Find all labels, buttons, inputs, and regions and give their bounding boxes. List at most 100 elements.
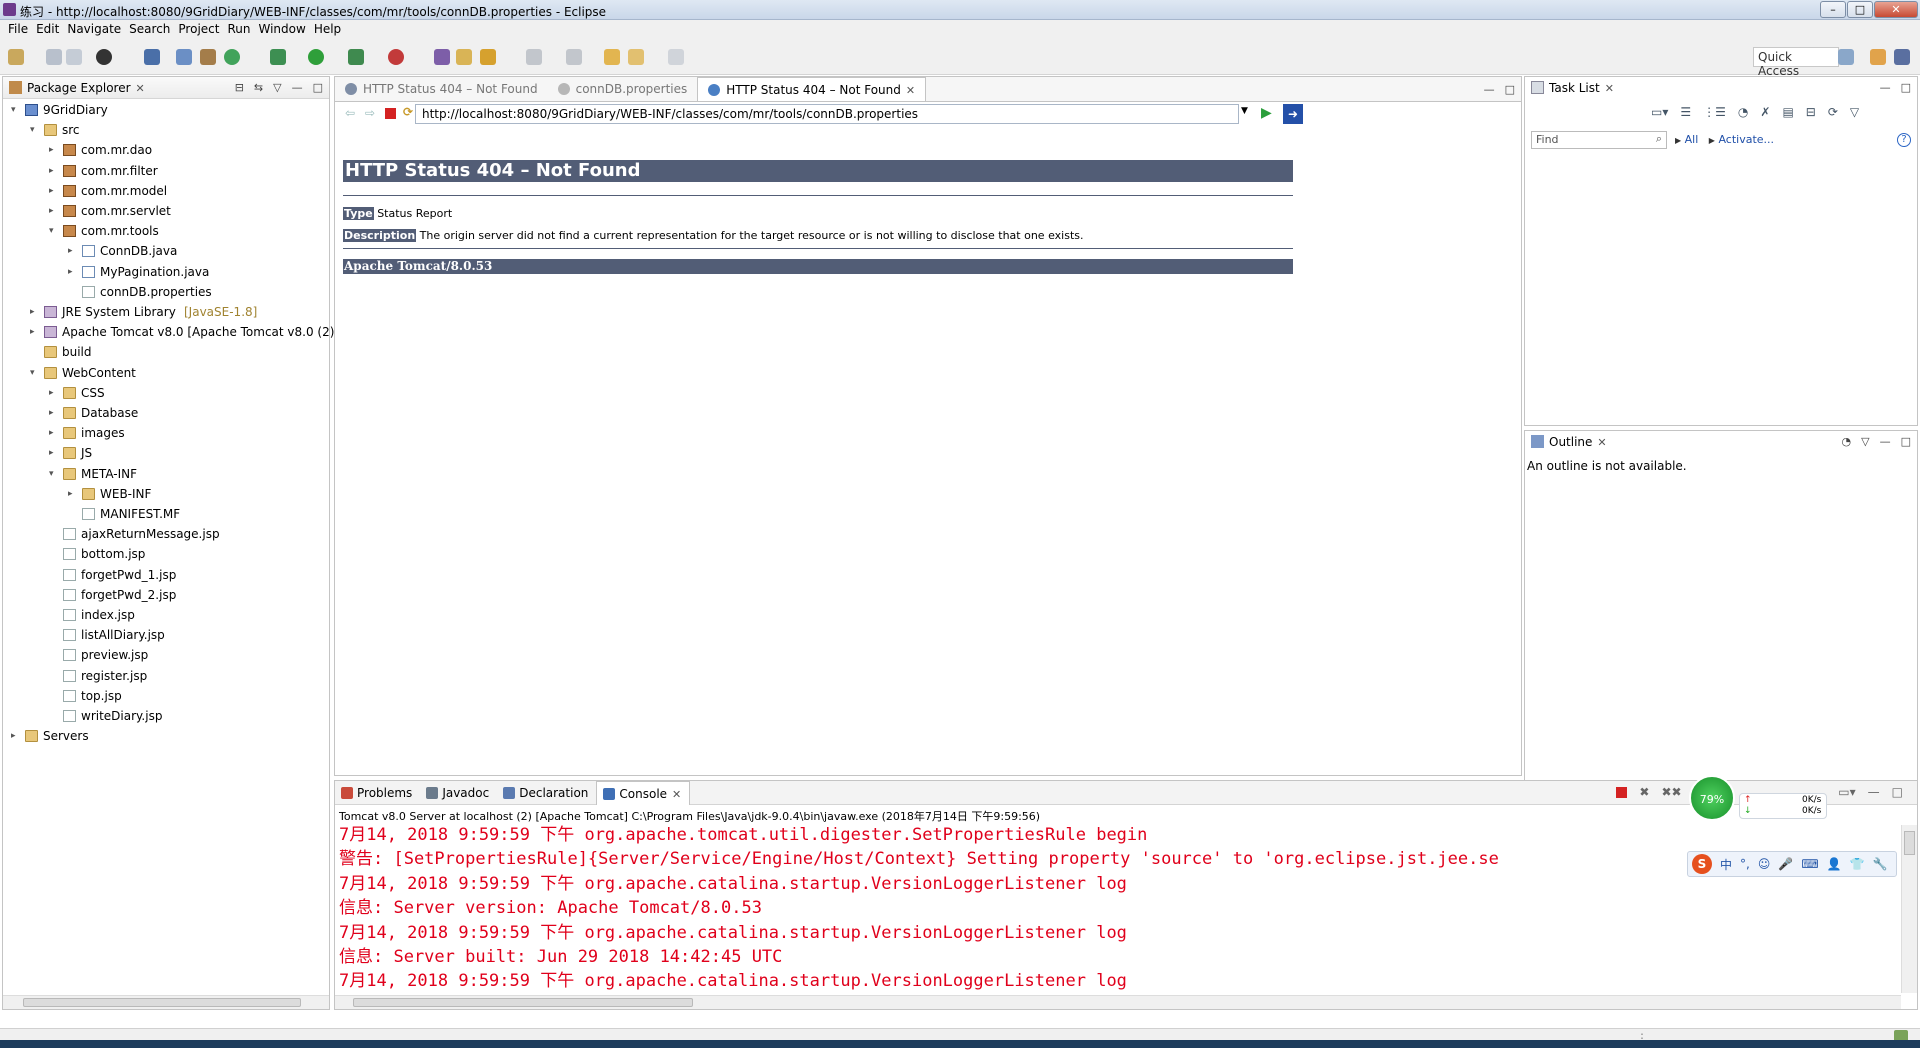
menu-navigate[interactable]: Navigate	[65, 20, 127, 39]
maximize-view-icon[interactable]: □	[1892, 785, 1903, 799]
new-task-icon[interactable]: ▭▾	[1651, 105, 1668, 119]
sogou-logo-icon[interactable]: S	[1692, 854, 1712, 874]
ime-emoji-icon[interactable]: ☺	[1758, 857, 1771, 871]
collapsed-chevron-icon[interactable]: ▸	[49, 444, 59, 462]
task-find-input[interactable]: Find ⌕	[1531, 131, 1667, 149]
minimize-view-icon[interactable]: —	[292, 81, 303, 94]
refresh-icon[interactable]	[224, 49, 240, 65]
last-edit-icon[interactable]	[604, 49, 620, 65]
maximize-view-icon[interactable]: □	[1901, 81, 1911, 94]
ime-mode-icon[interactable]: 中	[1720, 856, 1732, 873]
ime-punctuation-icon[interactable]: °,	[1740, 857, 1750, 871]
minimize-editor-icon[interactable]: —	[1484, 83, 1495, 96]
task-filter-all-link[interactable]: All	[1685, 133, 1699, 146]
minimize-view-icon[interactable]: —	[1880, 81, 1891, 94]
expanded-chevron-icon[interactable]: ▾	[49, 222, 59, 240]
browser-back-icon[interactable]: ⇦	[345, 106, 355, 120]
skip-breakpoints-icon[interactable]	[176, 49, 192, 65]
new-icon[interactable]	[8, 49, 24, 65]
ime-voice-icon[interactable]: 🎤	[1778, 857, 1793, 871]
maximize-editor-icon[interactable]: □	[1505, 83, 1515, 96]
view-menu-icon[interactable]: ▽	[273, 81, 281, 94]
collapsed-chevron-icon[interactable]: ▸	[49, 424, 59, 442]
java-perspective-icon[interactable]	[1894, 49, 1910, 65]
filter-icon[interactable]: ▤	[1782, 105, 1793, 119]
menu-search[interactable]: Search	[127, 20, 176, 39]
link-editor-icon[interactable]: ⇆	[254, 81, 263, 94]
ime-skin-icon[interactable]: 👕	[1850, 857, 1865, 871]
collapsed-chevron-icon[interactable]: ▸	[49, 141, 59, 159]
run-icon[interactable]	[308, 49, 324, 65]
close-icon[interactable]: ✕	[136, 82, 145, 95]
collapsed-chevron-icon[interactable]: ▸	[68, 485, 78, 503]
maximize-view-icon[interactable]: □	[1901, 435, 1911, 448]
menu-edit[interactable]: Edit	[34, 20, 65, 39]
collapsed-chevron-icon[interactable]: ▸	[30, 303, 40, 321]
external-tools-icon[interactable]	[388, 49, 404, 65]
help-icon[interactable]: ?	[1897, 133, 1911, 147]
open-external-browser-icon[interactable]: ➜	[1283, 104, 1303, 124]
close-button[interactable]: ✕	[1874, 1, 1918, 18]
collapsed-chevron-icon[interactable]: ▸	[68, 242, 78, 260]
activate-task-link[interactable]: Activate...	[1718, 133, 1774, 146]
browser-forward-icon[interactable]: ⇨	[365, 106, 375, 120]
minimize-button[interactable]: –	[1820, 1, 1846, 18]
server-icon[interactable]	[96, 49, 112, 65]
browser-url-input[interactable]: http://localhost:8080/9GridDiary/WEB-INF…	[415, 104, 1239, 124]
bottom-view-tab[interactable]: Javadoc	[420, 781, 497, 805]
minimize-view-icon[interactable]: —	[1868, 785, 1880, 799]
next-annotation-icon[interactable]	[526, 49, 542, 65]
close-icon[interactable]: ✕	[1597, 436, 1606, 449]
editor-tab[interactable]: connDB.properties	[548, 77, 698, 101]
editor-tab[interactable]: HTTP Status 404 – Not Found ✕	[697, 77, 927, 101]
remove-all-icon[interactable]: ✖✖	[1661, 785, 1681, 799]
close-icon[interactable]: ✕	[672, 788, 681, 801]
collapse-all-icon[interactable]: ⊟	[235, 81, 244, 94]
editor-tab[interactable]: HTTP Status 404 – Not Found	[335, 77, 548, 101]
collapsed-chevron-icon[interactable]: ▸	[11, 727, 21, 745]
ime-user-icon[interactable]: 👤	[1827, 857, 1842, 871]
collapsed-chevron-icon[interactable]: ▸	[30, 323, 40, 341]
expanded-chevron-icon[interactable]: ▾	[30, 121, 40, 139]
menu-help[interactable]: Help	[312, 20, 347, 39]
expanded-chevron-icon[interactable]: ▾	[49, 465, 59, 483]
terminate-icon[interactable]	[1616, 786, 1628, 798]
collapse-icon[interactable]: ⊟	[1806, 105, 1816, 119]
quick-access-input[interactable]: Quick Access	[1753, 47, 1839, 78]
bottom-view-tab[interactable]: Problems	[335, 781, 420, 805]
terminal-icon[interactable]	[144, 49, 160, 65]
menu-run[interactable]: Run	[225, 20, 256, 39]
open-folder-icon[interactable]	[456, 49, 472, 65]
console-vertical-scrollbar[interactable]	[1901, 825, 1917, 993]
collapsed-chevron-icon[interactable]: ▸	[49, 162, 59, 180]
previous-annotation-icon[interactable]	[566, 49, 582, 65]
browser-go-icon[interactable]: ▶	[1261, 105, 1272, 121]
focus-icon[interactable]: ◔	[1738, 105, 1748, 119]
menu-window[interactable]: Window	[256, 20, 311, 39]
open-type-icon[interactable]	[434, 49, 450, 65]
collapsed-chevron-icon[interactable]: ▸	[49, 384, 59, 402]
open-perspective-icon[interactable]	[1838, 49, 1854, 65]
debug-icon[interactable]	[270, 49, 286, 65]
maximize-button[interactable]: □	[1847, 1, 1873, 18]
collapsed-chevron-icon[interactable]: ▸	[49, 202, 59, 220]
url-dropdown-icon[interactable]: ▼	[1241, 106, 1248, 116]
categorized-icon[interactable]: ☰	[1680, 105, 1691, 119]
hide-completed-icon[interactable]: ✗	[1760, 105, 1770, 119]
browser-stop-icon[interactable]	[385, 108, 396, 119]
view-menu-icon[interactable]: ▽	[1861, 435, 1869, 448]
outline-focus-icon[interactable]: ◔	[1842, 435, 1852, 448]
java-ee-perspective-icon[interactable]	[1870, 49, 1886, 65]
browser-refresh-icon[interactable]: ⟳	[403, 105, 413, 119]
ime-keyboard-icon[interactable]: ⌨	[1801, 857, 1818, 871]
collapsed-chevron-icon[interactable]: ▸	[68, 263, 78, 281]
remove-launch-icon[interactable]: ✖	[1639, 785, 1649, 799]
back-icon[interactable]	[628, 49, 644, 65]
network-monitor-badge[interactable]: 79%	[1689, 775, 1735, 821]
maximize-view-icon[interactable]: □	[313, 81, 323, 94]
collapsed-chevron-icon[interactable]: ▸	[49, 182, 59, 200]
scheduled-icon[interactable]: ⋮☰	[1703, 105, 1726, 119]
sync-icon[interactable]: ⟳	[1828, 105, 1838, 119]
new-java-package-icon[interactable]	[200, 49, 216, 65]
close-icon[interactable]: ✕	[906, 84, 915, 97]
